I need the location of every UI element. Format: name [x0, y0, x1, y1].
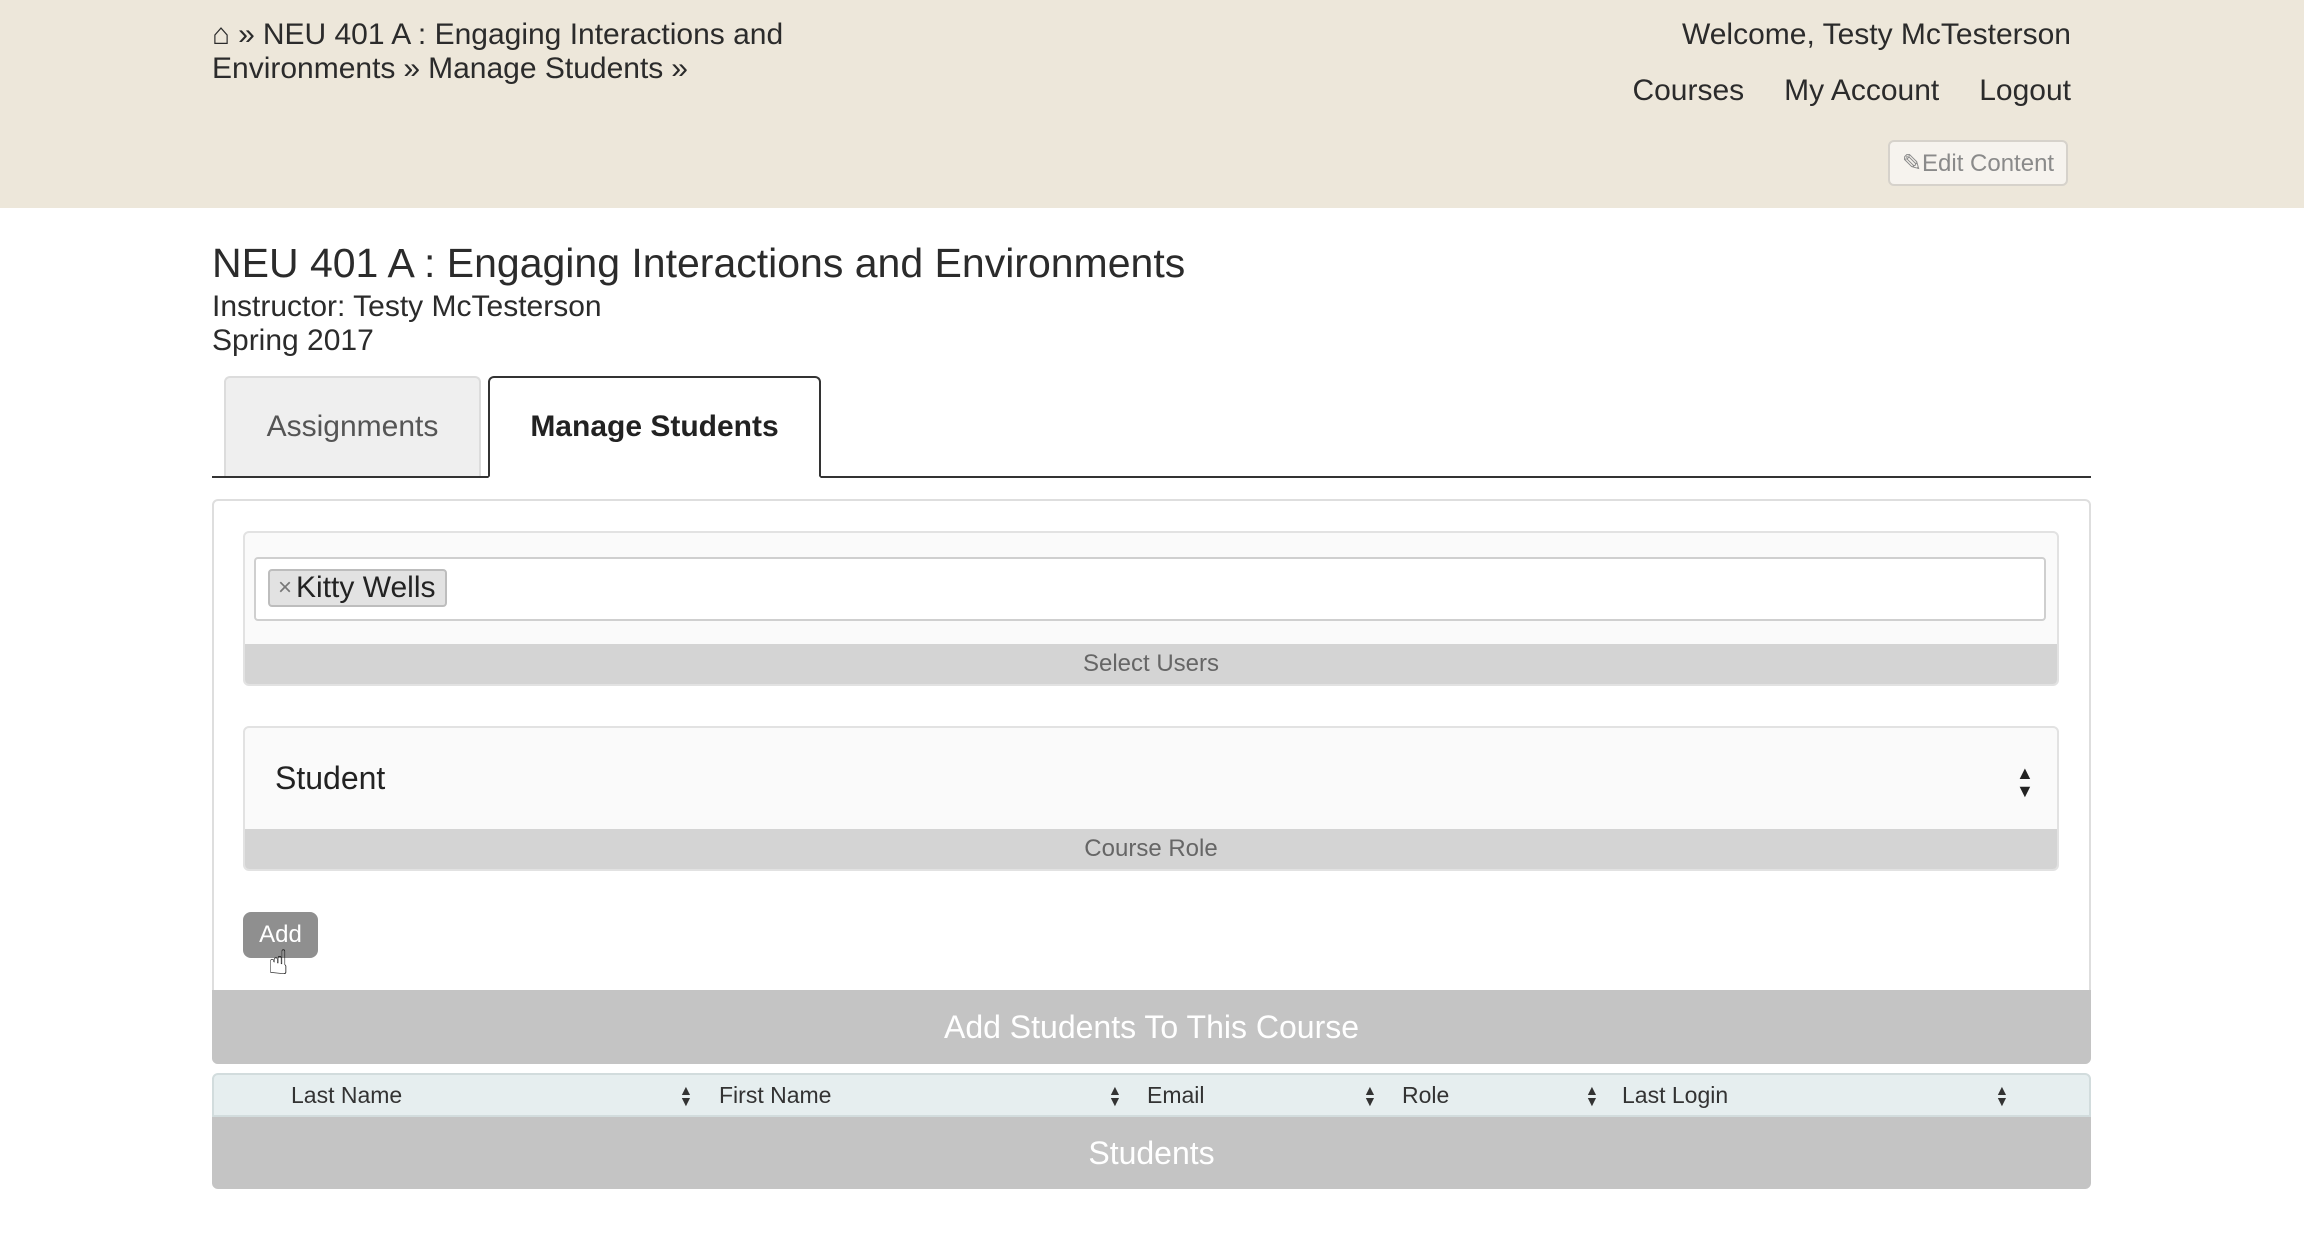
course-title: NEU 401 A : Engaging Interactions and En… — [212, 240, 1186, 286]
course-role-label: Course Role — [245, 829, 2057, 869]
column-header-role[interactable]: Role — [1402, 1075, 1449, 1115]
select-users-label: Select Users — [245, 644, 2057, 684]
breadcrumb: ⌂» NEU 401 A : Engaging Interactions and … — [212, 18, 852, 86]
course-instructor: Instructor: Testy McTesterson — [212, 290, 602, 323]
students-table-header: Last Name ▲ ▼ First Name ▲ ▼ Email ▲ ▼ Role… — [212, 1073, 2091, 1117]
column-header-last-login[interactable]: Last Login — [1622, 1075, 1728, 1115]
course-role-select[interactable]: Course Role — [243, 726, 2059, 871]
sort-icon[interactable]: ▲ ▼ — [679, 1083, 693, 1108]
edit-content-button[interactable]: ✎Edit Content — [1888, 140, 2068, 186]
select-users-input[interactable]: × Kitty Wells — [254, 557, 2046, 621]
column-header-email[interactable]: Email — [1147, 1075, 1205, 1115]
selected-user-tag: × Kitty Wells — [268, 569, 448, 607]
select-arrows-icon: ▲ ▼ — [2016, 763, 2034, 801]
course-role-value[interactable]: Student — [275, 760, 385, 797]
header-bar: ⌂» NEU 401 A : Engaging Interactions and … — [0, 0, 2304, 208]
nav-logout-link[interactable]: Logout — [1979, 74, 2071, 108]
tab-assignments[interactable]: Assignments — [224, 376, 481, 476]
sort-icon[interactable]: ▲ ▼ — [1585, 1083, 1599, 1108]
nav-my-account-link[interactable]: My Account — [1784, 74, 1939, 108]
breadcrumb-manage-students-link[interactable]: Manage Students — [428, 52, 663, 85]
course-term: Spring 2017 — [212, 324, 374, 357]
nav-courses-link[interactable]: Courses — [1632, 74, 1744, 108]
tab-manage-students[interactable]: Manage Students — [488, 376, 821, 478]
hand-cursor-icon: ☝ — [268, 944, 289, 982]
remove-tag-icon[interactable]: × — [278, 574, 292, 602]
add-students-section-title: Add Students To This Course — [212, 990, 2091, 1064]
selected-user-name: Kitty Wells — [296, 571, 436, 604]
column-header-last-name[interactable]: Last Name — [291, 1075, 402, 1115]
top-nav: Courses My Account Logout — [1632, 74, 2071, 108]
column-header-first-name[interactable]: First Name — [719, 1075, 831, 1115]
home-icon[interactable]: ⌂ — [212, 18, 230, 51]
welcome-text: Welcome, Testy McTesterson — [1681, 18, 2071, 51]
sort-icon[interactable]: ▲ ▼ — [1363, 1083, 1377, 1108]
breadcrumb-separator: » — [671, 52, 688, 85]
breadcrumb-separator: » — [238, 18, 255, 51]
sort-icon[interactable]: ▲ ▼ — [1108, 1083, 1122, 1108]
breadcrumb-separator: » — [403, 52, 421, 85]
sort-icon[interactable]: ▲ ▼ — [1995, 1083, 2009, 1108]
students-table-title: Students — [212, 1117, 2091, 1189]
